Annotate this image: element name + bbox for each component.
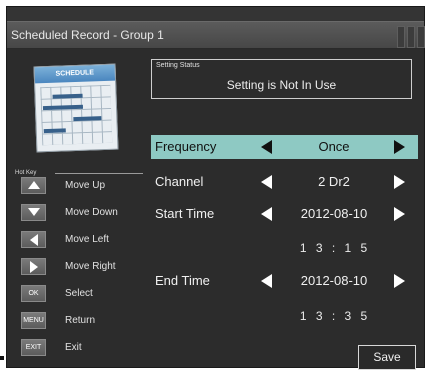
- frequency-value: Once: [318, 139, 350, 154]
- exit-label: Exit: [65, 342, 82, 353]
- title-bar-decoration: [407, 26, 415, 48]
- frequency-next-arrow-icon[interactable]: [394, 140, 405, 154]
- move-right-key[interactable]: [21, 258, 46, 275]
- exit-key[interactable]: EXIT: [21, 339, 46, 356]
- frequency-prev-arrow-icon[interactable]: [261, 140, 272, 154]
- hotkey-heading: Hot Key: [15, 170, 37, 176]
- move-up-key[interactable]: [21, 177, 46, 194]
- channel-value: 2 Dr2: [318, 174, 350, 189]
- move-left-label: Move Left: [65, 234, 109, 245]
- hotkey-divider: [55, 173, 143, 174]
- move-down-label: Move Down: [65, 207, 118, 218]
- channel-label: Channel: [155, 174, 204, 189]
- select-label: Select: [65, 288, 93, 299]
- calendar-grid: [40, 84, 113, 146]
- start-date-prev-arrow-icon[interactable]: [261, 207, 272, 221]
- start-time-value[interactable]: 1 3 : 1 5: [279, 241, 389, 255]
- end-date-prev-arrow-icon[interactable]: [261, 274, 272, 288]
- move-up-label: Move Up: [65, 180, 106, 191]
- title-bar: Scheduled Record - Group 1: [7, 21, 425, 49]
- title-bar-decoration: [397, 26, 405, 48]
- setting-status-value: Setting is Not In Use: [226, 78, 337, 92]
- setting-status-box: Setting Status Setting is Not In Use: [151, 59, 412, 99]
- title-bar-decoration: [417, 26, 425, 48]
- save-button[interactable]: Save: [358, 345, 416, 370]
- top-strip: [7, 7, 424, 21]
- start-date-value: 2012-08-10: [300, 206, 368, 221]
- scheduled-record-screen: Scheduled Record - Group 1 SCHEDULE Hot …: [6, 6, 425, 370]
- channel-next-arrow-icon[interactable]: [394, 175, 405, 189]
- arrow-right-icon: [29, 261, 38, 273]
- move-down-key[interactable]: [21, 204, 46, 221]
- arrow-up-icon: [27, 181, 40, 189]
- arrow-down-icon: [27, 208, 40, 216]
- move-right-label: Move Right: [65, 261, 116, 272]
- end-time-value[interactable]: 1 3 : 3 5: [279, 309, 389, 323]
- end-time-label: End Time: [155, 273, 210, 288]
- arrow-left-icon: [29, 234, 38, 246]
- end-time-row[interactable]: End Time 2012-08-10: [151, 269, 418, 293]
- end-date-next-arrow-icon[interactable]: [394, 274, 405, 288]
- start-time-row[interactable]: Start Time 2012-08-10: [151, 202, 418, 226]
- schedule-calendar-icon: SCHEDULE: [33, 63, 123, 157]
- calendar-header-label: SCHEDULE: [34, 64, 116, 84]
- channel-row[interactable]: Channel 2 Dr2: [151, 170, 418, 194]
- corner-dot: [0, 356, 4, 360]
- setting-status-label: Setting Status: [156, 62, 200, 69]
- return-label: Return: [65, 315, 96, 326]
- move-left-key[interactable]: [21, 231, 46, 248]
- frequency-row[interactable]: Frequency Once: [151, 135, 418, 159]
- start-time-label: Start Time: [155, 206, 215, 221]
- window-title: Scheduled Record - Group 1: [11, 28, 164, 42]
- menu-key[interactable]: MENU: [21, 312, 46, 329]
- end-date-value: 2012-08-10: [300, 273, 368, 288]
- frequency-label: Frequency: [155, 139, 217, 154]
- channel-prev-arrow-icon[interactable]: [261, 175, 272, 189]
- start-date-next-arrow-icon[interactable]: [394, 207, 405, 221]
- ok-key[interactable]: OK: [21, 285, 46, 302]
